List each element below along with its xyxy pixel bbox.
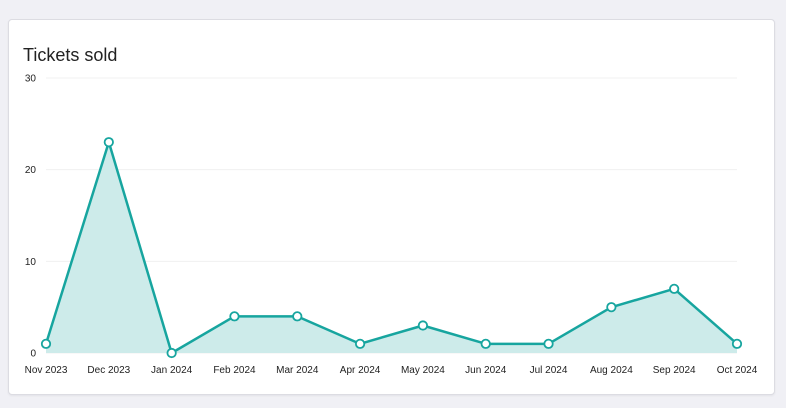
x-axis-ticks: Nov 2023 Dec 2023 Jan 2024 Feb 2024 Mar 2024… bbox=[25, 365, 758, 376]
x-tick-label: Jun 2024 bbox=[465, 365, 507, 376]
area-fill bbox=[46, 142, 737, 353]
x-tick-label: Jul 2024 bbox=[530, 365, 568, 376]
data-point bbox=[103, 137, 114, 148]
data-point bbox=[543, 338, 554, 349]
x-tick-label: Aug 2024 bbox=[590, 365, 633, 376]
x-tick-label: Nov 2023 bbox=[25, 365, 68, 376]
x-tick-label: Dec 2023 bbox=[87, 365, 130, 376]
data-point bbox=[480, 338, 491, 349]
x-tick-label: Jan 2024 bbox=[151, 365, 193, 376]
x-tick-label: Apr 2024 bbox=[340, 365, 381, 376]
x-tick-label: Feb 2024 bbox=[213, 365, 256, 376]
x-tick-label: May 2024 bbox=[401, 365, 445, 376]
y-tick-label: 0 bbox=[30, 349, 36, 360]
data-point bbox=[40, 338, 52, 349]
data-point bbox=[731, 338, 743, 349]
y-tick-label: 30 bbox=[25, 74, 37, 85]
x-tick-label: Sep 2024 bbox=[653, 365, 696, 376]
y-tick-label: 10 bbox=[25, 257, 37, 268]
y-axis-ticks: 0 10 20 30 bbox=[25, 74, 37, 360]
y-tick-label: 20 bbox=[25, 165, 37, 176]
x-tick-label: Oct 2024 bbox=[717, 365, 758, 376]
data-point bbox=[354, 338, 366, 349]
data-point bbox=[669, 283, 680, 294]
data-point bbox=[417, 320, 429, 331]
area-fill-layer bbox=[46, 142, 737, 353]
tickets-sold-chart: 0 10 20 30 Nov 2023 Dec 2023 Jan 2024 Feb 2024… bbox=[25, 74, 758, 377]
data-point bbox=[166, 347, 177, 359]
data-point bbox=[229, 311, 240, 322]
data-point bbox=[606, 302, 617, 313]
data-point bbox=[292, 311, 303, 322]
x-tick-label: Mar 2024 bbox=[276, 365, 319, 376]
